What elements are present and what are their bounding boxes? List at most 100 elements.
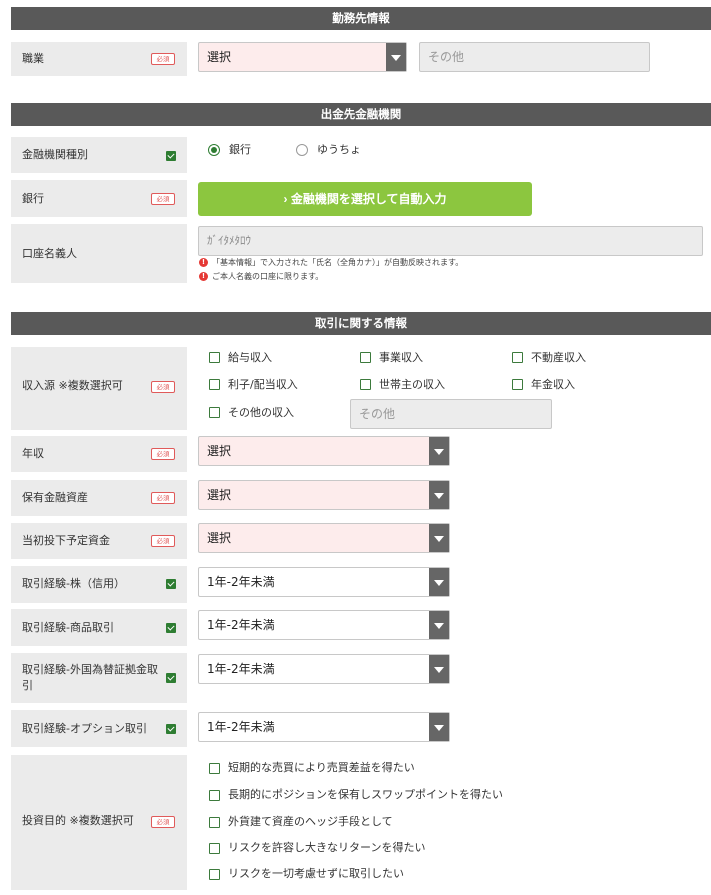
row-initial-investment: 当初投下予定資金 必須 選択 [11, 523, 711, 559]
row-label-bg: 取引経験-商品取引 [11, 609, 187, 646]
bank-type-label: 金融機関種別 [22, 148, 88, 161]
initial-investment-select[interactable]: 選択 [198, 523, 450, 553]
purpose-label-2: 長期的にポジションを保有しスワップポイントを得たい [228, 788, 503, 801]
income-checkbox-salary[interactable] [209, 352, 220, 363]
exp-fx-label-line1: 取引経験-外国為替証拠金取 [22, 663, 158, 676]
check-icon [166, 673, 176, 683]
row-annual-income: 年収 必須 選択 [11, 436, 711, 472]
purpose-checkbox-5[interactable] [209, 869, 220, 880]
row-label-bg: 当初投下予定資金 必須 [11, 523, 187, 559]
annual-income-select[interactable]: 選択 [198, 436, 450, 466]
required-badge: 必須 [151, 816, 175, 828]
check-icon [166, 151, 176, 161]
required-badge: 必須 [151, 535, 175, 547]
radio-bank-label: 銀行 [229, 143, 251, 156]
alert-icon: ! [199, 258, 208, 267]
income-checkbox-household[interactable] [360, 379, 371, 390]
exp-commodity-label: 取引経験-商品取引 [22, 621, 114, 634]
income-checkbox-other[interactable] [209, 407, 220, 418]
section-header-bank: 出金先金融機関 [11, 103, 711, 126]
income-label-household: 世帯主の収入 [379, 378, 445, 391]
required-badge: 必須 [151, 193, 175, 205]
financial-assets-select[interactable]: 選択 [198, 480, 450, 510]
alert-icon: ! [199, 272, 208, 281]
exp-option-value: 1年-2年未満 [207, 720, 275, 734]
row-label-bg: 保有金融資産 必須 [11, 480, 187, 516]
radio-yucho[interactable] [296, 144, 308, 156]
income-label-business: 事業収入 [379, 351, 423, 364]
row-exp-commodity: 取引経験-商品取引 1年-2年未満 [11, 609, 711, 646]
financial-assets-value: 選択 [207, 488, 232, 502]
row-account-holder: 口座名義人 ｶﾞｲﾀﾒﾀﾛｳ ! 「基本情報」で入力された「氏名（全角カナ）」が… [11, 224, 711, 283]
purpose-label: 投資目的 ※複数選択可 [22, 814, 134, 827]
chevron-down-icon [429, 655, 449, 683]
row-label-bg: 銀行 必須 [11, 180, 187, 217]
exp-option-label: 取引経験-オプション取引 [22, 722, 147, 735]
chevron-down-icon [429, 568, 449, 596]
row-label-bg: 金融機関種別 [11, 137, 187, 173]
exp-stock-label: 取引経験-株（信用） [22, 577, 125, 590]
account-holder-label: 口座名義人 [22, 247, 77, 260]
annual-income-label: 年収 [22, 447, 44, 460]
purpose-checkbox-2[interactable] [209, 790, 220, 801]
select-bank-button[interactable]: › 金融機関を選択して自動入力 [198, 182, 532, 216]
income-other-input[interactable]: その他 [350, 399, 552, 429]
exp-stock-value: 1年-2年未満 [207, 575, 275, 589]
row-purpose: 投資目的 ※複数選択可 必須 短期的な売買により売買差益を得たい 長期的にポジシ… [11, 755, 711, 890]
income-checkbox-dividend[interactable] [209, 379, 220, 390]
row-label-bg: 職業 必須 [11, 42, 187, 76]
check-icon [166, 623, 176, 633]
income-label-pension: 年金収入 [531, 378, 575, 391]
check-icon [166, 724, 176, 734]
financial-assets-label: 保有金融資産 [22, 491, 88, 504]
income-label-realestate: 不動産収入 [531, 351, 586, 364]
exp-fx-select[interactable]: 1年-2年未満 [198, 654, 450, 684]
income-label-dividend: 利子/配当収入 [228, 378, 298, 391]
initial-investment-label: 当初投下予定資金 [22, 534, 110, 547]
required-badge: 必須 [151, 492, 175, 504]
row-label-bg: 投資目的 ※複数選択可 必須 [11, 755, 187, 890]
row-bank: 銀行 必須 › 金融機関を選択して自動入力 [11, 180, 711, 217]
exp-fx-label-line2: 引 [22, 679, 33, 692]
purpose-checkbox-3[interactable] [209, 817, 220, 828]
income-checkbox-pension[interactable] [512, 379, 523, 390]
chevron-down-icon [386, 43, 406, 71]
purpose-label-5: リスクを一切考慮せずに取引したい [228, 867, 404, 880]
exp-stock-select[interactable]: 1年-2年未満 [198, 567, 450, 597]
occupation-select-value: 選択 [207, 50, 232, 64]
chevron-down-icon [429, 611, 449, 639]
occupation-select[interactable]: 選択 [198, 42, 407, 72]
form-page: 勤務先情報 職業 必須 選択 その他 出金先金融機関 金融機関種別 銀行 ゆうち… [0, 0, 711, 895]
income-label-other: その他の収入 [228, 406, 294, 419]
exp-commodity-value: 1年-2年未満 [207, 618, 275, 632]
exp-commodity-select[interactable]: 1年-2年未満 [198, 610, 450, 640]
required-badge: 必須 [151, 381, 175, 393]
account-holder-note-1: 「基本情報」で入力された「氏名（全角カナ）」が自動反映されます。 [212, 258, 464, 267]
purpose-label-3: 外貨建て資産のヘッジ手段として [228, 815, 393, 828]
radio-bank[interactable] [208, 144, 220, 156]
occupation-label: 職業 [22, 52, 44, 65]
exp-option-select[interactable]: 1年-2年未満 [198, 712, 450, 742]
required-badge: 必須 [151, 53, 175, 65]
row-income-source: 収入源 ※複数選択可 必須 給与収入 事業収入 不動産収入 利子/配当収入 世帯… [11, 347, 711, 430]
purpose-label-4: リスクを許容し大きなリターンを得たい [228, 841, 426, 854]
section-header-trade: 取引に関する情報 [11, 312, 711, 335]
chevron-down-icon [429, 524, 449, 552]
purpose-checkbox-1[interactable] [209, 763, 220, 774]
row-label-bg: 取引経験-外国為替証拠金取 引 [11, 653, 187, 703]
chevron-down-icon [429, 437, 449, 465]
occupation-other-input[interactable]: その他 [419, 42, 650, 72]
purpose-checkbox-4[interactable] [209, 843, 220, 854]
row-label-bg: 取引経験-株（信用） [11, 566, 187, 603]
bank-label: 銀行 [22, 192, 44, 205]
income-other-placeholder: その他 [359, 407, 396, 421]
income-checkbox-business[interactable] [360, 352, 371, 363]
chevron-right-icon: › [283, 192, 288, 206]
select-bank-button-label: 金融機関を選択して自動入力 [290, 192, 447, 206]
income-checkbox-realestate[interactable] [512, 352, 523, 363]
income-label-salary: 給与収入 [228, 351, 272, 364]
row-financial-assets: 保有金融資産 必須 選択 [11, 480, 711, 516]
initial-investment-value: 選択 [207, 531, 232, 545]
radio-yucho-label: ゆうちょ [317, 143, 361, 156]
account-holder-input: ｶﾞｲﾀﾒﾀﾛｳ [198, 226, 703, 256]
